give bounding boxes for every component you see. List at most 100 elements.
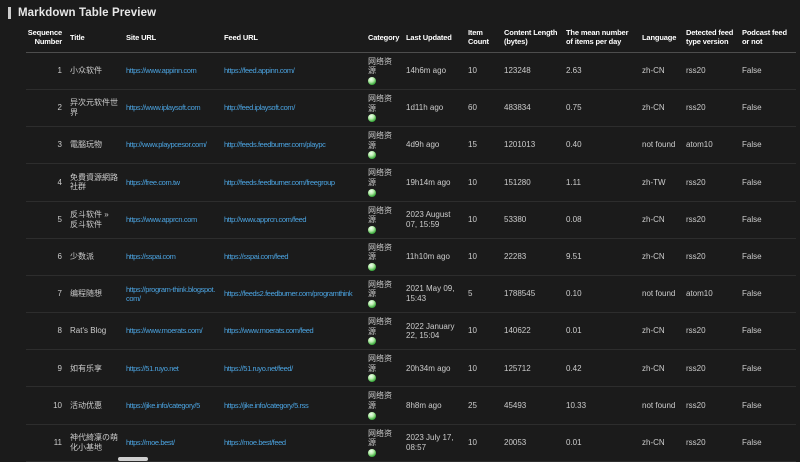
site-url-link[interactable]: https://51.ruyo.net (126, 364, 178, 373)
site-url-link[interactable]: https://www.iplaysoft.com (126, 103, 200, 112)
podcast-cell: False (742, 164, 796, 201)
feed-type-cell: atom10 (686, 127, 742, 164)
item-count-cell: 10 (468, 52, 504, 89)
item-count-cell: 60 (468, 89, 504, 126)
site-url-link[interactable]: http://www.playpcesor.com/ (126, 140, 206, 149)
column-header-mean-per-day: The mean number of items per day (566, 23, 642, 52)
site-url-cell: https://www.appinn.com (126, 52, 224, 89)
feed-type-cell: rss20 (686, 387, 742, 424)
table-row: 9如有乐享https://51.ruyo.nethttps://51.ruyo.… (26, 350, 796, 387)
mean-per-day-cell: 0.08 (566, 201, 642, 238)
last-updated-cell: 20h34m ago (406, 350, 468, 387)
site-url-cell: https://jike.info/category/5 (126, 387, 224, 424)
green-ball-icon (368, 226, 376, 234)
seq-cell: 2 (26, 89, 70, 126)
feed-url-cell: http://feed.iplaysoft.com/ (224, 89, 368, 126)
site-url-link[interactable]: https://www.apprcn.com (126, 215, 197, 224)
language-cell: not found (642, 387, 686, 424)
site-url-link[interactable]: https://www.appinn.com (126, 66, 196, 75)
item-count-cell: 15 (468, 127, 504, 164)
feed-url-link[interactable]: http://feeds.feedburner.com/freegroup (224, 178, 335, 187)
site-url-cell: https://free.com.tw (126, 164, 224, 201)
table-header-row: Sequence NumberTitleSite URLFeed URLCate… (26, 23, 796, 52)
feed-url-link[interactable]: https://feed.appinn.com/ (224, 66, 294, 75)
content-length-cell: 22283 (504, 238, 566, 275)
seq-cell: 10 (26, 387, 70, 424)
category-label: 网络资源 (368, 94, 398, 113)
site-url-link[interactable]: https://www.moerats.com/ (126, 326, 202, 335)
item-count-cell: 10 (468, 350, 504, 387)
category-cell: 网络资源 (368, 89, 406, 126)
title-cell: 如有乐享 (70, 350, 126, 387)
table-row: 3電腦玩物http://www.playpcesor.com/http://fe… (26, 127, 796, 164)
language-cell: zh-CN (642, 201, 686, 238)
feed-url-link[interactable]: http://feed.iplaysoft.com/ (224, 103, 295, 112)
site-url-link[interactable]: https://free.com.tw (126, 178, 180, 187)
table-row: 5反斗软件 » 反斗软件https://www.apprcn.com http:/… (26, 201, 796, 238)
feed-url-cell: https://jike.info/category/5.rss (224, 387, 368, 424)
mean-per-day-cell: 0.42 (566, 350, 642, 387)
item-count-cell: 10 (468, 201, 504, 238)
content-length-cell: 1788545 (504, 275, 566, 312)
feed-type-cell: rss20 (686, 201, 742, 238)
content-length-cell: 1201013 (504, 127, 566, 164)
language-cell: zh-CN (642, 350, 686, 387)
horizontal-scrollbar-thumb[interactable] (118, 457, 148, 461)
feed-url-cell: http://www.apprcn.com/feed (224, 201, 368, 238)
podcast-cell: False (742, 52, 796, 89)
item-count-cell: 10 (468, 238, 504, 275)
site-url-cell: http://www.playpcesor.com/ (126, 127, 224, 164)
green-ball-icon (368, 337, 376, 345)
category-cell: 网络资源 (368, 52, 406, 89)
green-ball-icon (368, 151, 376, 159)
feed-url-cell: https://feeds2.feedburner.com/programthi… (224, 275, 368, 312)
title-cell: 异次元软件世界 (70, 89, 126, 126)
green-ball-icon (368, 374, 376, 382)
horizontal-scrollbar[interactable] (0, 456, 800, 462)
feed-url-cell: https://51.ruyo.net/feed/ (224, 350, 368, 387)
seq-cell: 5 (26, 201, 70, 238)
last-updated-cell: 14h6m ago (406, 52, 468, 89)
column-header-seq: Sequence Number (26, 23, 70, 52)
podcast-cell: False (742, 127, 796, 164)
language-cell: not found (642, 275, 686, 312)
podcast-cell: False (742, 275, 796, 312)
category-label: 网络资源 (368, 280, 398, 299)
site-url-link[interactable]: https://program-think.blogspot.com/ (126, 285, 216, 303)
category-label: 网络资源 (368, 168, 398, 187)
item-count-cell: 10 (468, 313, 504, 350)
column-header-site-url: Site URL (126, 23, 224, 52)
feed-url-link[interactable]: https://sspai.com/feed (224, 252, 288, 261)
page-title-text: Markdown Table Preview (18, 7, 156, 19)
category-cell: 网络资源 (368, 127, 406, 164)
column-header-language: Language (642, 23, 686, 52)
site-url-link[interactable]: https://moe.best/ (126, 438, 175, 447)
site-url-link[interactable]: https://sspai.com (126, 252, 175, 261)
category-cell: 网络资源 (368, 350, 406, 387)
feed-url-link[interactable]: https://jike.info/category/5.rss (224, 401, 308, 410)
title-cell: 编程随想 (70, 275, 126, 312)
language-cell: not found (642, 127, 686, 164)
site-url-link[interactable]: https://jike.info/category/5 (126, 401, 200, 410)
title-cell: 小众软件 (70, 52, 126, 89)
table-row: 7编程随想https://program-think.blogspot.com/… (26, 275, 796, 312)
feed-url-link[interactable]: http://www.apprcn.com/feed (224, 215, 306, 224)
title-accent-bar (8, 7, 11, 19)
feed-url-link[interactable]: https://feeds2.feedburner.com/programthi… (224, 289, 352, 298)
item-count-cell: 10 (468, 164, 504, 201)
site-url-cell: https://51.ruyo.net (126, 350, 224, 387)
feed-url-link[interactable]: https://51.ruyo.net/feed/ (224, 364, 293, 373)
category-label: 网络资源 (368, 243, 398, 262)
column-header-title: Title (70, 23, 126, 52)
category-cell: 网络资源 (368, 313, 406, 350)
column-header-feed-url: Feed URL (224, 23, 368, 52)
category-label: 网络资源 (368, 131, 398, 150)
feed-url-link[interactable]: https://moe.best/feed (224, 438, 286, 447)
feed-type-cell: atom10 (686, 275, 742, 312)
title-cell: 活动优惠 (70, 387, 126, 424)
column-header-last-updated: Last Updated (406, 23, 468, 52)
feed-url-link[interactable]: http://feeds.feedburner.com/playpc (224, 140, 325, 149)
mean-per-day-cell: 2.63 (566, 52, 642, 89)
title-cell: 反斗软件 » 反斗软件 (70, 201, 126, 238)
feed-url-link[interactable]: https://www.moerats.com/feed (224, 326, 313, 335)
